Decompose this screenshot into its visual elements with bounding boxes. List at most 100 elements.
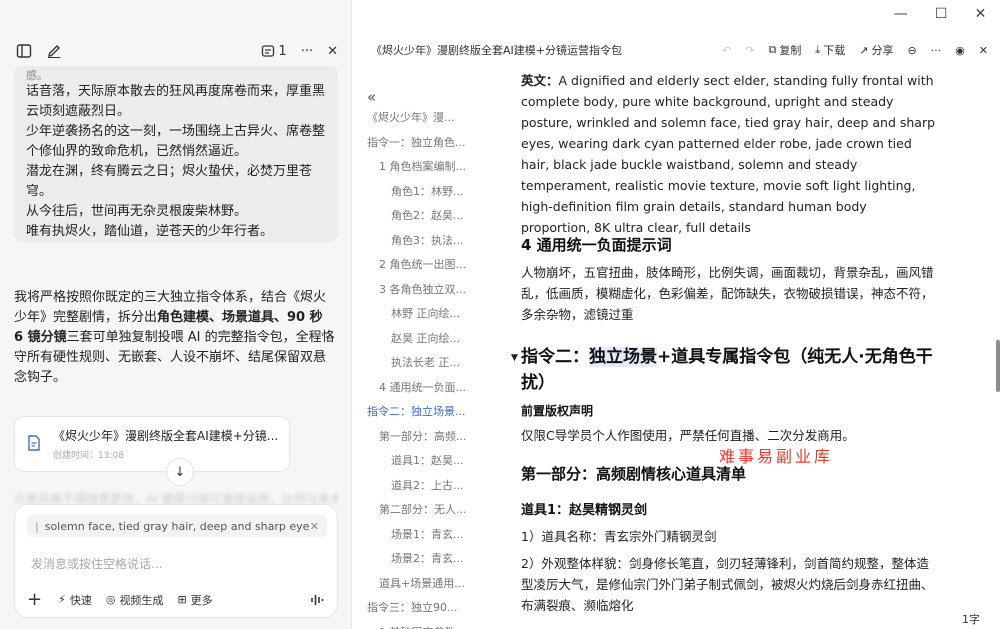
quoted-text: solemn face, tied gray hair, deep and sh…	[44, 519, 310, 533]
document-title: 《烬火少年》漫剧终版全套AI建模+分镜运营指令包	[371, 44, 622, 57]
share-label: 分享	[871, 44, 894, 57]
copyright-heading: 前置版权声明	[521, 404, 594, 418]
add-attachment-button[interactable]: +	[27, 589, 42, 610]
story-top-fragment: 感。	[26, 69, 48, 82]
outline-item[interactable]: 执法长老 正...	[391, 353, 471, 373]
story-line: 潜龙在渊，终有腾云之日；烬火蛰伏，必焚万里苍	[26, 164, 313, 179]
minimize-button[interactable]: —	[894, 6, 908, 22]
video-generate-label: 视频生成	[119, 593, 164, 607]
quick-mode-button[interactable]: ⚡ 快速	[58, 592, 92, 608]
outline-item[interactable]: 第二部分：无人...	[379, 500, 471, 520]
english-label: 英文：	[521, 73, 559, 88]
watermark: 难事易副业库	[719, 447, 834, 466]
quoted-selection: | solemn face, tied gray hair, deep and …	[27, 515, 327, 537]
story-line: 唯有执烬火，踏仙道，逆苍天的少年行者。	[26, 224, 274, 239]
comment-icon[interactable]: ⊖	[907, 44, 916, 57]
outline-item[interactable]: 1 角色档案编制...	[379, 157, 471, 177]
close-panel-button[interactable]: ✕	[327, 44, 338, 59]
more-tools-label: 更多	[190, 593, 213, 607]
download-button[interactable]: ⤓ 下载	[815, 42, 845, 58]
composer-toolbar: + ⚡ 快速 ◎ 视频生成 ⊞ 更多	[27, 589, 327, 610]
outline-item[interactable]: 1 基础固定参数...	[379, 623, 471, 629]
arrow-down-icon: ↓	[174, 464, 186, 480]
video-generate-button[interactable]: ◎ 视频生成	[106, 592, 164, 608]
chat-panel: 1 ··· ✕ 感。 话音落，天际原本散去的狂风再度席卷而来，厚重黑 云顷刻遮蔽…	[0, 0, 352, 629]
outline-item[interactable]: 第一部分：高频...	[379, 427, 471, 447]
part-one-heading: 第一部分：高频剧情核心道具清单	[521, 465, 747, 483]
quote-icon: |	[35, 519, 39, 533]
document-icon	[27, 435, 41, 453]
redo-icon[interactable]: ↷	[745, 44, 754, 57]
sidebar-icon[interactable]	[14, 41, 34, 61]
compass-icon[interactable]: ◉	[955, 44, 965, 57]
undo-icon[interactable]: ↶	[722, 44, 731, 57]
more-icon[interactable]: ···	[931, 44, 942, 57]
document-card-time: 创建时间：13:08	[53, 451, 124, 461]
document-toolbar: 《烬火少年》漫剧终版全套AI建模+分镜运营指令包 ↶ ↷ ⧉ 复制 ⤓ 下载 ↗…	[353, 36, 1000, 64]
voice-icon[interactable]	[307, 590, 327, 610]
chat-header: 1 ··· ✕	[0, 36, 352, 66]
share-icon: ↗	[859, 43, 869, 57]
story-line: 个修仙界的致命危机，已然悄然逼近。	[26, 144, 248, 159]
outline-item[interactable]: 道具1：赵昊...	[391, 451, 471, 471]
quick-mode-label: 快速	[69, 593, 92, 607]
outline-item[interactable]: 赵昊 正向绘...	[391, 329, 471, 349]
message-input[interactable]: 发消息或按住空格说话...	[31, 555, 162, 572]
prop-one-appearance: 2）外观整体样貌：剑身修长笔直，剑刃轻薄锋利，剑首简约规整，整体造型凌厉大气，是…	[521, 556, 934, 613]
edit-icon[interactable]	[44, 41, 64, 61]
copy-icon: ⧉	[768, 43, 777, 56]
copy-label: 复制	[779, 44, 802, 57]
outline-item[interactable]: 《烬火少年》漫...	[367, 108, 471, 128]
collapse-section-icon[interactable]: ▼	[511, 353, 518, 363]
document-card[interactable]: 《烬火少年》漫剧终版全套AI建模+分镜... 创建时间：13:08	[14, 416, 290, 472]
grid-icon: ⊞	[177, 593, 187, 606]
more-button[interactable]: ···	[301, 44, 313, 59]
scrollbar-thumb[interactable]	[996, 340, 1000, 392]
english-prompt-text: A dignified and elderly sect elder, stan…	[521, 73, 936, 235]
negative-prompt-text: 人物崩坏，五官扭曲，肢体畸形，比例失调，画面裁切，背景杂乱，画风错乱，低画质，模…	[521, 265, 934, 322]
outline-item[interactable]: 道具2：上古...	[391, 476, 471, 496]
more-tools-button[interactable]: ⊞ 更多	[177, 592, 212, 608]
close-document-icon[interactable]: ✕	[979, 44, 988, 57]
outline-item[interactable]: 角色2：赵昊...	[391, 206, 471, 226]
outline-item[interactable]: 4 通用统一负面...	[379, 378, 471, 398]
story-line: 话音落，天际原本散去的狂风再度席卷而来，厚重黑	[26, 84, 326, 99]
document-content: 英文：A dignified and elderly sect elder, s…	[505, 66, 945, 629]
negative-prompt-heading: 4 通用统一负面提示词	[521, 236, 672, 254]
story-line: 少年逆袭扬名的这一刻，一场围绕上古异火、席卷整	[26, 124, 326, 139]
document-card-title: 《烬火少年》漫剧终版全套AI建模+分镜...	[53, 429, 279, 443]
video-icon: ◎	[105, 593, 116, 606]
prop-one-name: 1）道具名称：青玄宗外门精钢灵剑	[521, 529, 717, 544]
outline-item[interactable]: 指令二：独立场景...	[367, 402, 471, 422]
story-message: 感。 话音落，天际原本散去的狂风再度席卷而来，厚重黑 云顷刻遮蔽烈日。 少年逆袭…	[14, 66, 338, 242]
outline-item[interactable]: 场景2：青玄...	[391, 549, 471, 569]
outline-item[interactable]: 道具+场景通用...	[379, 574, 471, 594]
copy-button[interactable]: ⧉ 复制	[769, 42, 802, 58]
word-count: 1字	[962, 613, 980, 626]
outline-item[interactable]: 指令一：独立角色...	[367, 133, 471, 153]
share-button[interactable]: ↗ 分享	[859, 42, 893, 58]
download-icon: ⤓	[815, 43, 821, 56]
maximize-button[interactable]: ☐	[935, 6, 948, 22]
outline-item[interactable]: 2 角色统一出图...	[379, 255, 471, 275]
outline-item[interactable]: 林野 正向绘...	[391, 304, 471, 324]
window-controls: — ☐ ✕	[880, 0, 1000, 28]
outline-item[interactable]: 角色1：林野...	[391, 182, 471, 202]
outline-item[interactable]: 角色3：执法...	[391, 231, 471, 251]
doc-count-number: 1	[278, 43, 287, 59]
heading-highlight: 独立场景	[589, 347, 657, 367]
assistant-reply: 我将严格按照你既定的三大独立指令体系，结合《烬火少年》完整剧情，拆分出角色建模、…	[14, 288, 336, 388]
remove-quote-icon[interactable]: ✕	[310, 520, 319, 533]
message-composer: | solemn face, tied gray hair, deep and …	[14, 504, 338, 618]
scroll-down-button[interactable]: ↓	[166, 458, 194, 486]
outline-item[interactable]: 场景1：青玄...	[391, 525, 471, 545]
close-window-button[interactable]: ✕	[975, 6, 987, 22]
prop-one-heading: 道具1：赵昊精钢灵剑	[521, 503, 648, 518]
collapse-outline-icon[interactable]: «	[367, 88, 376, 106]
outline-item[interactable]: 3 各角色独立双...	[379, 280, 471, 300]
instruction-two-heading: 指令二：独立场景+道具专属指令包（纯无人·无角色干扰）	[521, 344, 941, 396]
outline-item[interactable]: 指令三：独立90...	[367, 598, 471, 618]
lightning-icon: ⚡	[58, 593, 66, 606]
heading-prefix: 指令二：	[521, 347, 589, 367]
doc-count[interactable]: 1	[261, 43, 287, 59]
